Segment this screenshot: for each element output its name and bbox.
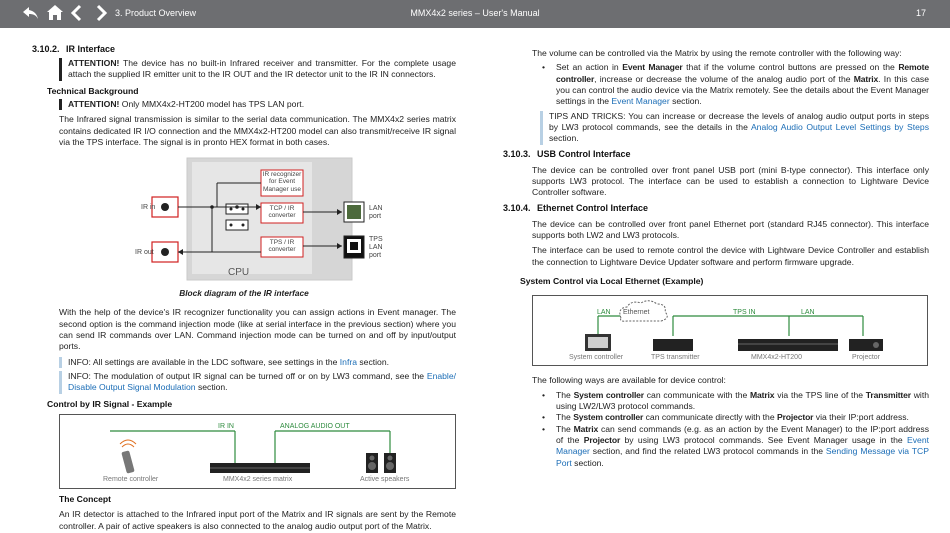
label-ir-in: IR in [141,204,156,212]
label-tps-converter: TPS / IR converter [268,239,296,254]
volume-text: The volume can be controlled via the Mat… [532,48,902,58]
ir-example-diagram: IR IN ANALOG AUDIO OUT Remote controller… [59,413,456,489]
label-cpu: CPU [228,267,250,279]
list-item: The System controller can communicate wi… [532,390,929,413]
label-lan-port: LAN port [369,205,383,220]
heading-ethernet-control: 3.10.4. Ethernet Control Interface [503,202,649,213]
right-column: The volume can be controlled via the Mat… [503,48,929,469]
label-active-speakers: Active speakers [360,475,410,483]
label-projector: Projector [852,354,881,362]
label-lan-right: LAN [801,309,815,317]
ethernet-system-diagram: LAN Ethernet TPS IN LAN System controlle… [532,295,928,367]
label-analog-audio-out: ANALOG AUDIO OUT [280,422,350,430]
concept-text: An IR detector is attached to the Infrar… [59,509,456,531]
event-manager-text: With the help of the device's IR recogni… [59,307,456,352]
heading-technical-background: Technical Background [47,85,139,96]
label-mmx-matrix: MMX4x2 series matrix [223,475,293,483]
document-title: MMX4x2 series – User's Manual [410,8,540,18]
label-system-controller: System controller [569,354,624,362]
volume-list: Set an action in Event Manager that if t… [532,62,929,107]
label-tps-port: TPS LAN port [369,236,383,259]
list-item: The Matrix can send commands (e.g. as an… [532,424,929,469]
heading-control-by-ir: Control by IR Signal - Example [47,398,173,409]
control-ways-list: The System controller can communicate wi… [532,390,929,469]
label-remote-controller: Remote controller [103,475,159,483]
attention-note-ir: ATTENTION! The device has no built-in In… [59,57,456,81]
link-infra[interactable]: Infra [340,357,357,367]
diagram-caption: Block diagram of the IR interface [179,288,309,299]
heading-the-concept: The Concept [59,493,112,504]
page-number: 17 [915,8,926,18]
heading-ir-interface: 3.10.2. IR Interface [32,44,116,54]
ethernet-text-1: The device can be controlled over front … [532,218,929,240]
label-mmx-ht200: MMX4x2-HT200 [751,354,802,362]
heading-usb-control: 3.10.3. USB Control Interface [503,148,631,159]
link-event-manager[interactable]: Event Manager [611,96,669,106]
ethernet-text-2: The interface can be used to remote cont… [532,245,929,267]
label-tcp-converter: TCP / IR converter [268,205,296,220]
attention-note-tps: ATTENTION! Only MMX4x2-HT200 model has T… [59,98,456,111]
label-ethernet-cloud: Ethernet [623,309,650,317]
label-ir-in-example: IR IN [218,422,234,430]
tips-note: TIPS AND TRICKS: You can increase or dec… [540,110,929,145]
info-note-ldc: INFO: All settings are available in the … [59,356,456,368]
info-note-modulation: INFO: The modulation of output IR signal… [59,370,456,394]
ir-block-diagram: IR in IR out IR recognizer for Event Manag… [32,154,456,288]
left-column: 3.10.2. IR Interface ATTENTION! The devi… [32,44,456,532]
label-tps-in: TPS IN [733,309,756,317]
link-analog-audio-steps[interactable]: Analog Audio Output Level Settings by St… [751,122,929,132]
label-ir-recognizer: IR recognizer for Event Manager use [262,171,302,193]
control-ways-text: The following ways are available for dev… [532,375,726,386]
technical-background-text: The Infrared signal transmission is simi… [59,114,456,147]
label-ir-out: IR out [135,249,154,257]
list-item: Set an action in Event Manager that if t… [532,62,929,107]
label-tps-transmitter: TPS transmitter [651,354,700,362]
heading-system-control: System Control via Local Ethernet (Examp… [520,275,704,286]
label-lan-left: LAN [597,309,611,317]
usb-text: The device can be controlled over front … [532,164,929,198]
list-item: The System controller can communicate di… [532,412,929,424]
header-bar: 3. Product Overview MMX4x2 series – User… [0,0,950,28]
